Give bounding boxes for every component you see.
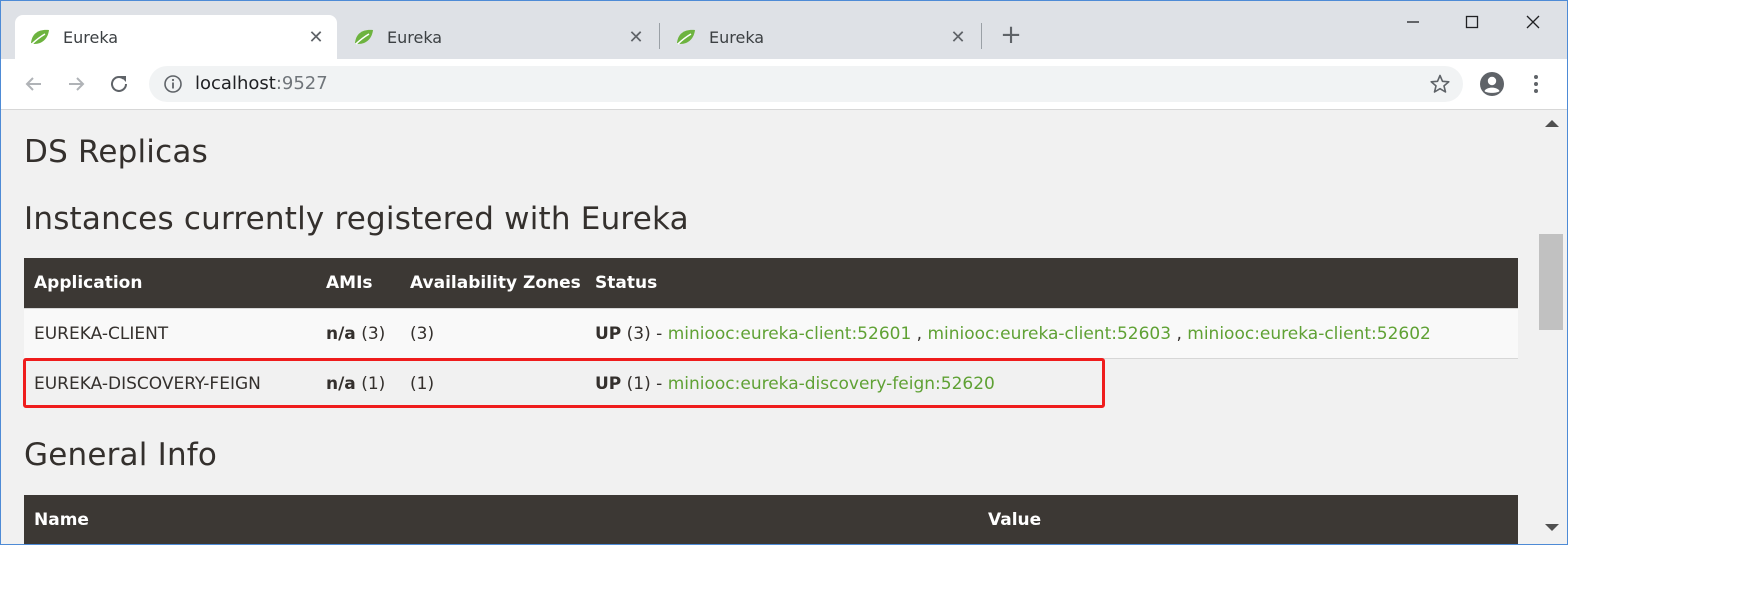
instance-link[interactable]: miniooc:eureka-client:52603 xyxy=(927,324,1171,344)
tab-eureka-1[interactable]: Eureka ✕ xyxy=(15,15,337,59)
instances-table-header: Application AMIs Availability Zones Stat… xyxy=(24,258,1518,309)
col-name: Name xyxy=(24,495,978,544)
zones-cell: (3) xyxy=(400,308,585,359)
reload-button[interactable] xyxy=(106,71,132,97)
tab-separator xyxy=(981,23,982,49)
application-name: EUREKA-DISCOVERY-FEIGN xyxy=(24,358,316,408)
col-availability-zones: Availability Zones xyxy=(400,258,585,309)
col-application: Application xyxy=(24,258,316,309)
general-info-table: Name Value xyxy=(24,495,1518,544)
minimize-icon xyxy=(1407,21,1419,23)
vertical-scrollbar[interactable] xyxy=(1537,110,1567,544)
application-name: EUREKA-CLIENT xyxy=(24,308,316,359)
address-bar[interactable]: localhost:9527 xyxy=(149,66,1463,102)
kebab-menu-icon xyxy=(1534,75,1538,93)
spring-leaf-icon xyxy=(31,29,49,45)
instance-link[interactable]: miniooc:eureka-discovery-feign:52620 xyxy=(668,374,995,394)
forward-button[interactable] xyxy=(63,71,89,97)
browser-menu-button[interactable] xyxy=(1523,71,1549,97)
amis-cell: n/a (3) xyxy=(316,308,400,359)
account-icon[interactable] xyxy=(1479,71,1505,97)
scroll-down-arrow-icon[interactable] xyxy=(1545,524,1559,531)
table-row: EUREKA-CLIENT n/a (3) (3) UP (3) - minio… xyxy=(24,308,1518,359)
spring-leaf-icon xyxy=(355,29,373,45)
col-value: Value xyxy=(978,495,1518,544)
close-tab-icon[interactable]: ✕ xyxy=(305,26,327,48)
spring-leaf-icon xyxy=(677,29,695,45)
tab-strip: Eureka ✕ Eureka ✕ Eureka ✕ + xyxy=(1,1,1567,59)
tab-eureka-2[interactable]: Eureka ✕ xyxy=(339,15,657,59)
tab-title: Eureka xyxy=(387,27,443,47)
maximize-icon xyxy=(1465,15,1479,29)
table-row: EUREKA-DISCOVERY-FEIGN n/a (1) (1) UP (1… xyxy=(24,358,1518,408)
maximize-button[interactable] xyxy=(1452,9,1492,35)
instances-table: Application AMIs Availability Zones Stat… xyxy=(24,258,1518,408)
back-button[interactable] xyxy=(21,71,47,97)
url-port: :9527 xyxy=(275,73,328,94)
col-amis: AMIs xyxy=(316,258,400,309)
tab-separator xyxy=(659,23,660,49)
general-info-heading: General Info xyxy=(24,437,218,473)
page-content: DS Replicas Instances currently register… xyxy=(1,110,1537,544)
close-icon xyxy=(1526,15,1540,29)
close-window-button[interactable] xyxy=(1513,9,1553,35)
arrow-right-icon xyxy=(69,77,85,91)
scroll-up-arrow-icon[interactable] xyxy=(1545,120,1559,127)
instance-link[interactable]: miniooc:eureka-client:52601 xyxy=(668,324,912,344)
close-tab-icon[interactable]: ✕ xyxy=(947,26,969,48)
bookmark-star-icon[interactable] xyxy=(1429,73,1451,95)
status-cell: UP (3) - miniooc:eureka-client:52601 , m… xyxy=(585,308,1518,359)
general-info-table-header: Name Value xyxy=(24,495,1518,544)
scrollbar-thumb[interactable] xyxy=(1539,234,1563,330)
zones-cell: (1) xyxy=(400,358,585,408)
ds-replicas-heading: DS Replicas xyxy=(24,134,208,170)
browser-toolbar: localhost:9527 xyxy=(1,59,1567,110)
url-text[interactable]: localhost:9527 xyxy=(195,73,328,94)
url-host: localhost xyxy=(195,73,276,94)
new-tab-button[interactable]: + xyxy=(999,20,1023,50)
tab-eureka-3[interactable]: Eureka ✕ xyxy=(661,15,979,59)
status-cell: UP (1) - miniooc:eureka-discovery-feign:… xyxy=(585,358,1518,408)
close-tab-icon[interactable]: ✕ xyxy=(625,26,647,48)
amis-cell: n/a (1) xyxy=(316,358,400,408)
minimize-button[interactable] xyxy=(1393,9,1433,35)
arrow-left-icon xyxy=(25,77,41,91)
tab-title: Eureka xyxy=(709,27,765,47)
col-status: Status xyxy=(585,258,1518,309)
instances-heading: Instances currently registered with Eure… xyxy=(24,201,689,237)
instance-link[interactable]: miniooc:eureka-client:52602 xyxy=(1187,324,1431,344)
browser-window: Eureka ✕ Eureka ✕ Eureka ✕ + localhost:9… xyxy=(0,0,1568,545)
reload-icon xyxy=(111,75,127,92)
tab-title: Eureka xyxy=(63,27,119,47)
info-icon[interactable] xyxy=(163,74,183,94)
